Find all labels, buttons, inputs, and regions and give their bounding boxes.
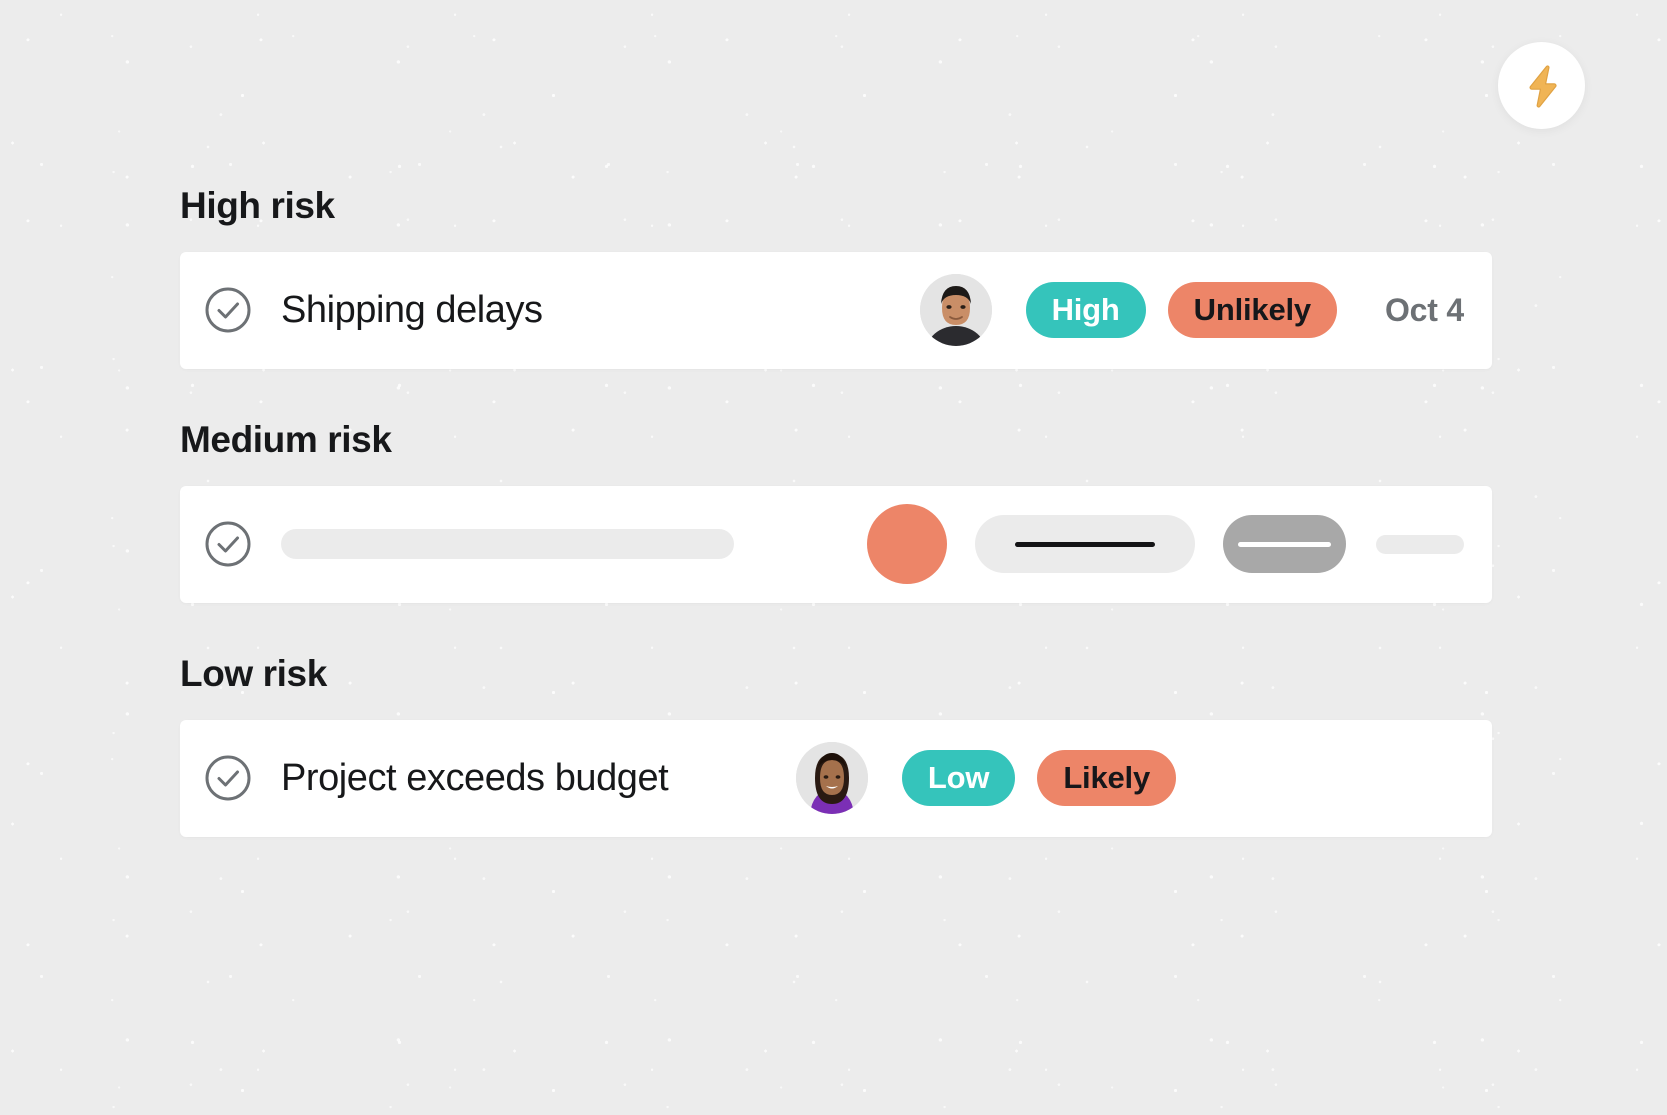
risk-row-project-exceeds-budget[interactable]: Project exceeds budget xyxy=(180,720,1492,837)
risk-row-meta: Low Likely xyxy=(796,742,1492,814)
likelihood-badge-placeholder xyxy=(1223,515,1346,573)
risk-row-meta: High Unlikely Oct 4 xyxy=(920,274,1492,346)
risk-group-medium: Medium risk xyxy=(180,420,1492,603)
impact-badge[interactable]: High xyxy=(1026,282,1146,338)
group-title-medium: Medium risk xyxy=(180,420,1492,460)
due-date[interactable]: Oct 4 xyxy=(1385,292,1464,329)
check-circle-icon[interactable] xyxy=(204,520,252,568)
check-circle-icon[interactable] xyxy=(204,286,252,334)
lightning-bolt-icon xyxy=(1522,64,1562,108)
likelihood-badge[interactable]: Unlikely xyxy=(1168,282,1337,338)
likelihood-badge[interactable]: Likely xyxy=(1037,750,1176,806)
avatar-assignee[interactable] xyxy=(920,274,992,346)
task-title-placeholder xyxy=(281,529,734,559)
risk-group-high: High risk Shipping delays xyxy=(180,186,1492,369)
task-title[interactable]: Project exceeds budget xyxy=(281,757,668,800)
risk-row-shipping-delays[interactable]: Shipping delays High xyxy=(180,252,1492,369)
quick-actions-button[interactable] xyxy=(1498,42,1585,129)
group-title-low: Low risk xyxy=(180,654,1492,694)
avatar-placeholder xyxy=(867,504,947,584)
placeholder-line xyxy=(1015,542,1155,547)
impact-badge[interactable]: Low xyxy=(902,750,1015,806)
risk-row-placeholder[interactable] xyxy=(180,486,1492,603)
avatar-assignee[interactable] xyxy=(796,742,868,814)
risk-row-meta-placeholder xyxy=(867,504,1492,584)
impact-badge-placeholder xyxy=(975,515,1195,573)
app-background: High risk Shipping delays xyxy=(0,0,1667,1115)
risk-board: High risk Shipping delays xyxy=(180,186,1492,837)
task-title[interactable]: Shipping delays xyxy=(281,289,543,332)
due-date-placeholder xyxy=(1376,535,1464,554)
check-circle-icon[interactable] xyxy=(204,754,252,802)
risk-group-low: Low risk Project exceeds budget xyxy=(180,654,1492,837)
placeholder-line xyxy=(1238,542,1331,547)
group-title-high: High risk xyxy=(180,186,1492,226)
